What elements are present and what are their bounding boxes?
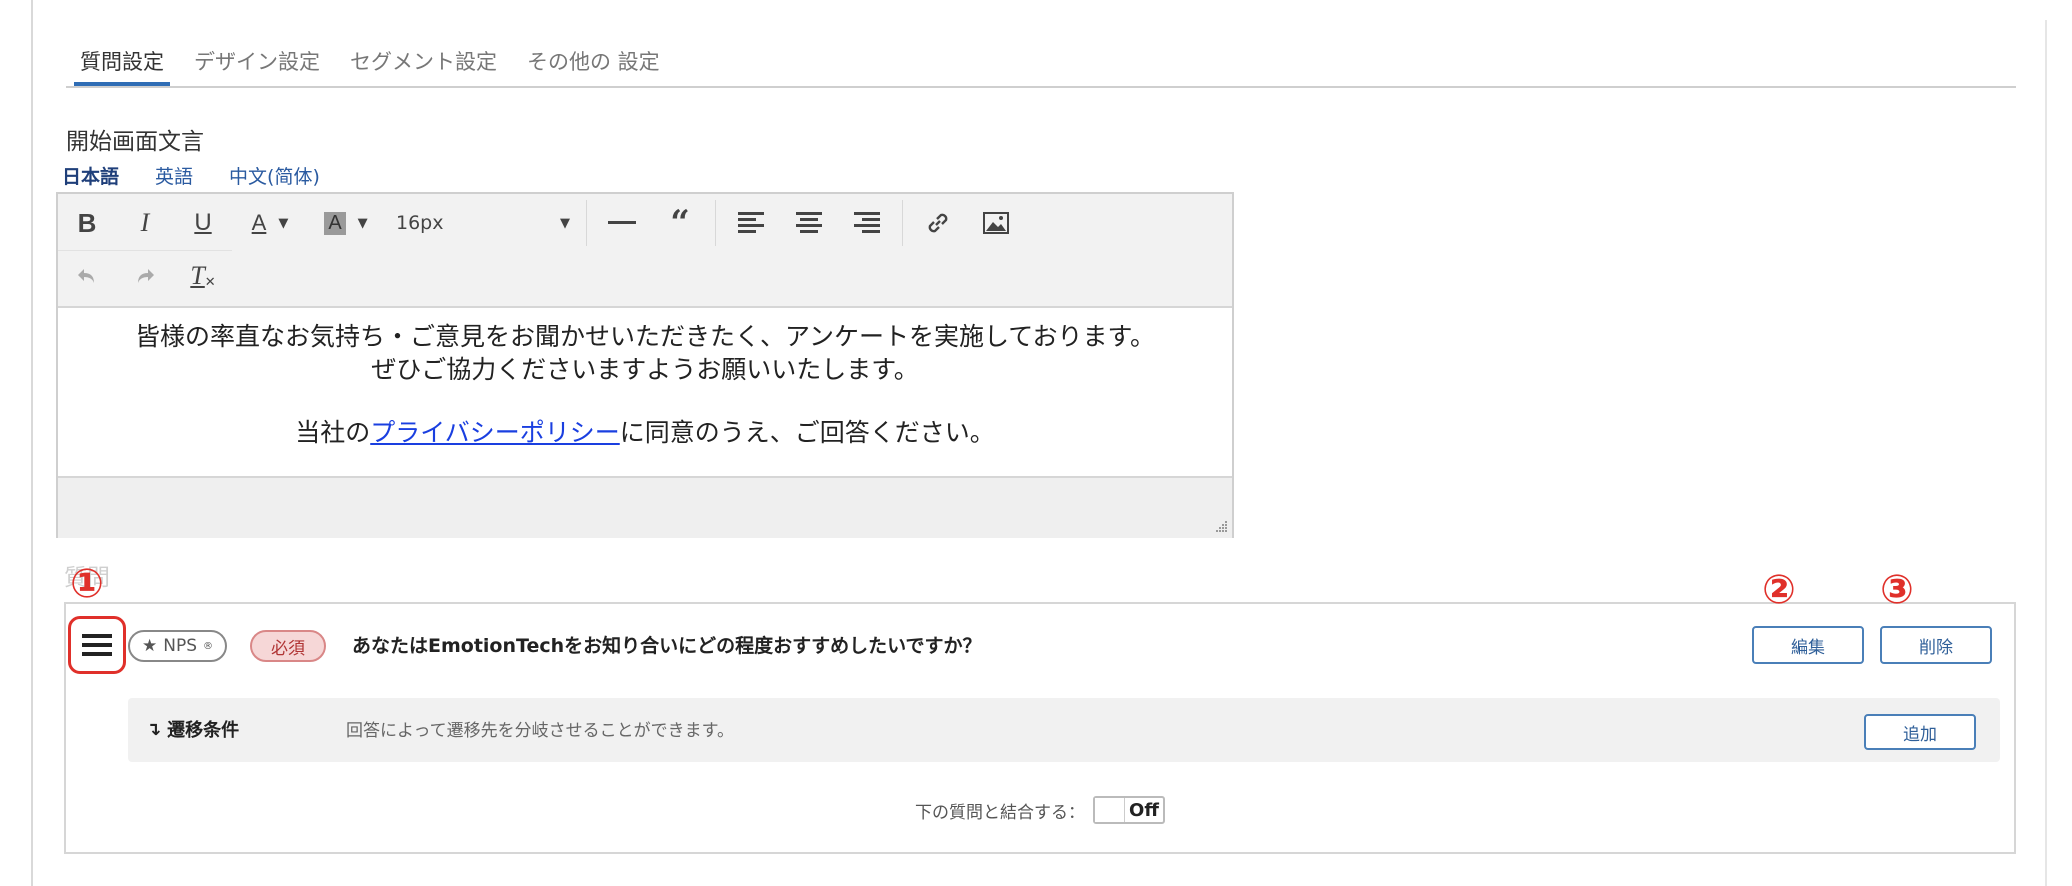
- highlight-color-icon[interactable]: A ▼: [308, 201, 384, 245]
- toolbar-separator: [586, 200, 587, 246]
- menu-icon: [82, 634, 112, 656]
- editor-toolbar: B I U A ▼ A ▼ 16px ▼ “ T ✕: [58, 194, 1232, 308]
- align-left-icon[interactable]: [722, 201, 780, 245]
- editor-content[interactable]: 皆様の率直なお気持ち・ご意見をお聞かせいただきたく、アンケートを実施しております…: [58, 308, 1232, 476]
- question-type-badge: ★ NPS ®: [128, 630, 228, 662]
- tab-design-settings[interactable]: デザイン設定: [188, 40, 326, 86]
- annotation-marker-3: ③: [1880, 567, 1914, 613]
- edit-button[interactable]: 編集: [1752, 626, 1864, 664]
- right-frame-border: [2045, 20, 2047, 886]
- combine-label: 下の質問と結合する：: [915, 802, 1085, 823]
- editor-line: ぜひご協力くださいますようお願いいたします。: [371, 355, 919, 384]
- drag-handle[interactable]: [68, 616, 126, 674]
- tab-question-settings[interactable]: 質問設定: [74, 40, 170, 86]
- font-size-select[interactable]: 16px ▼: [384, 201, 580, 245]
- italic-icon[interactable]: I: [116, 201, 174, 245]
- tabs-divider: [66, 86, 2016, 88]
- redo-icon[interactable]: [116, 254, 174, 298]
- font-size-value: 16px: [396, 212, 444, 234]
- toolbar-row-2: T ✕: [58, 250, 232, 300]
- link-icon[interactable]: [909, 201, 967, 245]
- branch-condition-bar: ↴ 遷移条件 回答によって遷移先を分岐させることができます。 追加: [128, 698, 2000, 762]
- combine-toggle[interactable]: Off: [1093, 796, 1165, 824]
- delete-button[interactable]: 削除: [1880, 626, 1992, 664]
- settings-tabs: 質問設定 デザイン設定 セグメント設定 その他の 設定: [74, 40, 684, 88]
- toolbar-separator: [715, 200, 716, 246]
- toggle-state: Off: [1129, 799, 1159, 821]
- editor-line: 皆様の率直なお気持ち・ご意見をお聞かせいただきたく、アンケートを実施しております…: [134, 322, 1155, 351]
- chevron-down-icon: ▼: [560, 215, 570, 231]
- bold-icon[interactable]: B: [58, 201, 116, 245]
- branch-condition-label: 遷移条件: [167, 720, 240, 741]
- rich-text-editor: B I U A ▼ A ▼ 16px ▼ “ T ✕ 皆様の率直なお気持ち・ご意…: [56, 192, 1234, 538]
- editor-text: 当社の: [295, 418, 371, 447]
- align-right-icon[interactable]: [838, 201, 896, 245]
- branch-condition-title: ↴ 遷移条件: [146, 716, 239, 742]
- font-color-icon[interactable]: A ▼: [232, 201, 308, 245]
- toolbar-row-1: B I U A ▼ A ▼ 16px ▼ “: [58, 198, 1025, 248]
- star-icon: ★: [142, 636, 158, 656]
- quote-icon[interactable]: “: [651, 201, 709, 245]
- branch-arrow-icon: ↴: [146, 718, 162, 740]
- clear-format-icon[interactable]: T ✕: [174, 254, 232, 298]
- required-badge: 必須: [250, 630, 326, 662]
- toolbar-separator: [902, 200, 903, 246]
- registered-mark: ®: [203, 640, 214, 652]
- toggle-knob: [1095, 798, 1125, 822]
- editor-footer: [58, 476, 1232, 538]
- editor-line: 当社のプライバシーポリシーに同意のうえ、ご回答ください。: [58, 416, 1232, 449]
- tab-segment-settings[interactable]: セグメント設定: [344, 40, 503, 86]
- combine-with-next-row: 下の質問と結合する： Off: [66, 796, 2014, 824]
- undo-icon[interactable]: [58, 254, 116, 298]
- branch-condition-description: 回答によって遷移先を分岐させることができます。: [346, 721, 734, 741]
- annotation-marker-1: ①: [70, 561, 104, 607]
- left-frame-border: [31, 0, 33, 886]
- question-text: あなたはEmotionTechをお知り合いにどの程度おすすめしたいですか？: [352, 635, 982, 657]
- resize-grip-icon[interactable]: [1212, 518, 1228, 534]
- tab-other-settings[interactable]: その他の 設定: [521, 40, 666, 86]
- image-icon[interactable]: [967, 201, 1025, 245]
- start-screen-text-heading: 開始画面文言: [66, 129, 204, 155]
- annotation-marker-2: ②: [1762, 567, 1796, 613]
- question-type-label: NPS: [163, 636, 198, 656]
- privacy-policy-link[interactable]: プライバシーポリシー: [370, 418, 620, 447]
- editor-text: に同意のうえ、ご回答ください。: [619, 418, 995, 447]
- add-branch-button[interactable]: 追加: [1864, 714, 1976, 750]
- horizontal-rule-icon[interactable]: [593, 201, 651, 245]
- underline-icon[interactable]: U: [174, 201, 232, 245]
- align-center-icon[interactable]: [780, 201, 838, 245]
